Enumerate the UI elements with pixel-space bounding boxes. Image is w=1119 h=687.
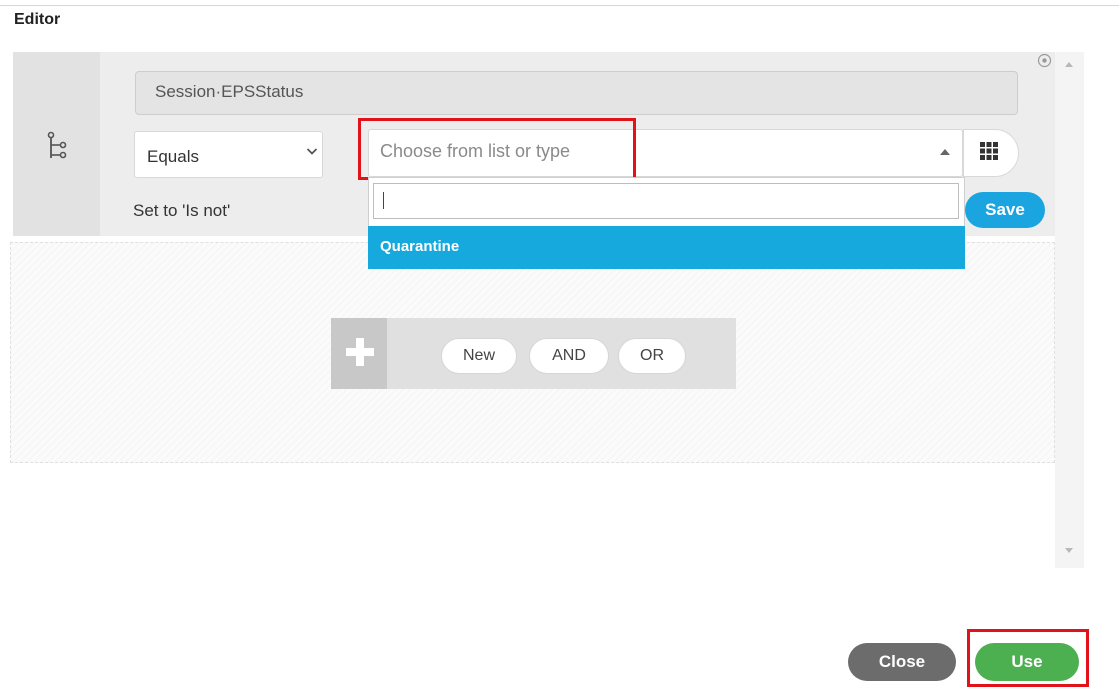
and-button[interactable]: AND xyxy=(529,338,609,374)
dialog-title: Editor xyxy=(14,11,61,28)
tree-icon[interactable] xyxy=(43,131,69,163)
clear-circle-icon[interactable] xyxy=(1037,53,1052,68)
operator-select[interactable]: Equals xyxy=(134,131,323,178)
attribute-field[interactable]: Session·EPSStatus xyxy=(135,71,1018,115)
value-annotation-box xyxy=(358,118,636,180)
caret-up-icon[interactable] xyxy=(940,149,950,155)
use-annotation-box xyxy=(967,629,1089,687)
chevron-down-icon xyxy=(306,148,318,155)
scrollbar[interactable] xyxy=(1055,52,1084,568)
scroll-down-icon[interactable] xyxy=(1065,548,1073,553)
text-cursor xyxy=(383,192,384,209)
dropdown-search-input[interactable] xyxy=(373,183,959,219)
plus-icon xyxy=(346,338,374,366)
new-button[interactable]: New xyxy=(441,338,517,374)
scroll-up-icon[interactable] xyxy=(1065,62,1073,67)
top-divider xyxy=(0,5,1119,6)
close-button[interactable]: Close xyxy=(848,643,956,681)
negate-hint-link[interactable]: Set to 'Is not' xyxy=(133,201,230,221)
save-button[interactable]: Save xyxy=(965,192,1045,228)
dropdown-option-quarantine[interactable]: Quarantine xyxy=(368,226,965,269)
or-button[interactable]: OR xyxy=(618,338,686,374)
grid-icon xyxy=(980,142,998,160)
